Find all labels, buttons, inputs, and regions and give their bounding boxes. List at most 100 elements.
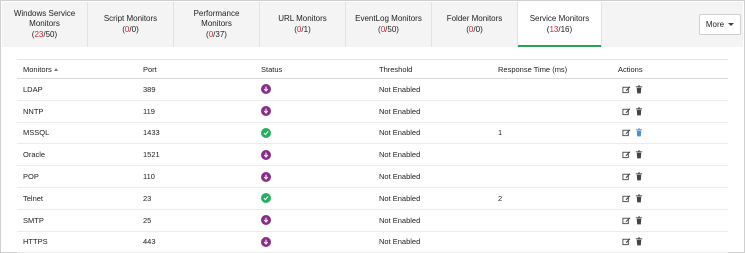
- tab-up-count: 0: [208, 30, 214, 39]
- actions-cell: [621, 188, 647, 209]
- tab-windows-service-monitors[interactable]: Windows Service Monitors (23/50): [2, 2, 88, 47]
- tab-up-count: 0: [124, 25, 130, 34]
- monitor-name[interactable]: NNTP: [23, 101, 43, 122]
- edit-icon[interactable]: [621, 237, 631, 247]
- edit-icon[interactable]: [621, 106, 631, 116]
- threshold-value: Not Enabled: [379, 106, 421, 116]
- tab-eventlog-monitors[interactable]: EventLog Monitors (0/50): [346, 2, 432, 47]
- monitor-name[interactable]: Oracle: [23, 144, 45, 165]
- table-row: LDAP 389 Not Enabled: [17, 79, 728, 101]
- table-header: Monitors Port Status Threshold Response …: [17, 59, 728, 79]
- actions-cell: [621, 166, 647, 187]
- tab-total-count: 0: [475, 25, 481, 34]
- actions-cell: [621, 79, 647, 100]
- caret-down-icon: [728, 23, 735, 26]
- monitor-name[interactable]: Telnet: [23, 188, 43, 209]
- tab-total-count: 0: [131, 25, 137, 34]
- status-cell: [261, 188, 271, 209]
- threshold-value: Not Enabled: [379, 150, 421, 160]
- status-up-icon: [261, 193, 271, 204]
- table-row: Oracle 1521 Not Enabled: [17, 144, 728, 167]
- status-down-icon: [261, 215, 271, 226]
- edit-icon[interactable]: [621, 215, 631, 225]
- actions-cell: [621, 232, 647, 253]
- edit-icon[interactable]: [621, 193, 631, 203]
- status-down-icon: [261, 84, 271, 95]
- monitor-name[interactable]: POP: [23, 166, 39, 187]
- tab-label: Script Monitors: [103, 14, 158, 23]
- actions-cell: [621, 210, 647, 231]
- status-down-icon: [261, 149, 271, 160]
- actions-cell: [621, 144, 647, 165]
- monitor-port: 1521: [143, 150, 160, 160]
- status-down-icon: [261, 171, 271, 182]
- monitor-port: 110: [143, 172, 155, 182]
- tab-total-count: 50: [45, 30, 55, 39]
- status-up-icon: [261, 127, 271, 138]
- more-button-label: More: [705, 20, 725, 29]
- actions-cell: [621, 101, 647, 122]
- tab-service-monitors[interactable]: Service Monitors (13/16): [518, 2, 602, 47]
- column-header-status: Status: [261, 64, 283, 74]
- tab-up-count: 0: [380, 25, 386, 34]
- threshold-value: Not Enabled: [379, 237, 421, 247]
- monitor-name[interactable]: SMTP: [23, 210, 44, 231]
- table-row: Telnet 23 Not Enabled 2: [17, 188, 728, 210]
- status-cell: [261, 79, 271, 100]
- monitor-port: 443: [143, 237, 156, 247]
- column-header-actions: Actions: [618, 64, 643, 74]
- threshold-value: Not Enabled: [379, 193, 421, 203]
- delete-icon[interactable]: [634, 215, 644, 225]
- tab-count: (13/16): [546, 25, 573, 34]
- delete-icon[interactable]: [634, 106, 644, 116]
- response-time-value: 1: [498, 128, 503, 138]
- edit-icon[interactable]: [621, 172, 631, 182]
- tab-count: (0/0): [122, 25, 139, 34]
- status-down-icon: [261, 106, 271, 117]
- delete-icon[interactable]: [634, 150, 644, 160]
- tab-up-count: 13: [549, 25, 559, 34]
- monitor-name[interactable]: HTTPS: [23, 232, 48, 253]
- tab-up-count: 0: [468, 25, 474, 34]
- tab-count: (23/50): [31, 30, 58, 39]
- tab-label: EventLog Monitors: [355, 14, 422, 23]
- status-cell: [261, 166, 271, 187]
- column-header-response-time: Response Time (ms): [498, 64, 568, 74]
- monitor-name[interactable]: MSSQL: [23, 123, 49, 144]
- tab-count: (0/50): [378, 25, 399, 34]
- tab-count: (0/0): [466, 25, 483, 34]
- monitor-name[interactable]: LDAP: [23, 79, 43, 100]
- threshold-value: Not Enabled: [379, 215, 421, 225]
- delete-icon[interactable]: [634, 84, 644, 94]
- delete-icon[interactable]: [634, 193, 644, 203]
- monitor-port: 25: [143, 215, 152, 225]
- tab-label: Folder Monitors: [446, 14, 503, 23]
- delete-icon[interactable]: [634, 128, 644, 138]
- tab-label: Service Monitors: [529, 14, 590, 23]
- edit-icon[interactable]: [621, 128, 631, 138]
- more-button[interactable]: More: [699, 14, 741, 35]
- column-header-monitors[interactable]: Monitors: [23, 60, 58, 78]
- tab-folder-monitors[interactable]: Folder Monitors (0/0): [432, 2, 518, 47]
- tab-url-monitors[interactable]: URL Monitors (0/1): [260, 2, 346, 47]
- table-row: HTTPS 443 Not Enabled: [17, 232, 728, 253]
- tab-total-count: 1: [303, 25, 309, 34]
- edit-icon[interactable]: [621, 150, 631, 160]
- response-time-value: 2: [498, 193, 503, 203]
- tab-script-monitors[interactable]: Script Monitors (0/0): [88, 2, 174, 47]
- sort-ascending-icon: [53, 67, 58, 71]
- status-cell: [261, 123, 271, 144]
- threshold-value: Not Enabled: [379, 172, 421, 182]
- monitor-port: 23: [143, 193, 152, 203]
- table-row: MSSQL 1433 Not Enabled 1: [17, 123, 728, 145]
- status-cell: [261, 232, 271, 253]
- monitor-port: 389: [143, 84, 156, 94]
- edit-icon[interactable]: [621, 84, 631, 94]
- delete-icon[interactable]: [634, 237, 644, 247]
- actions-cell: [621, 123, 647, 144]
- column-header-label: Monitors: [23, 64, 52, 74]
- tab-performance-monitors[interactable]: Performance Monitors (0/37): [174, 2, 260, 47]
- tab-label: Performance Monitors: [193, 9, 240, 28]
- monitors-panel: Windows Service Monitors (23/50) Script …: [0, 0, 745, 253]
- delete-icon[interactable]: [634, 172, 644, 182]
